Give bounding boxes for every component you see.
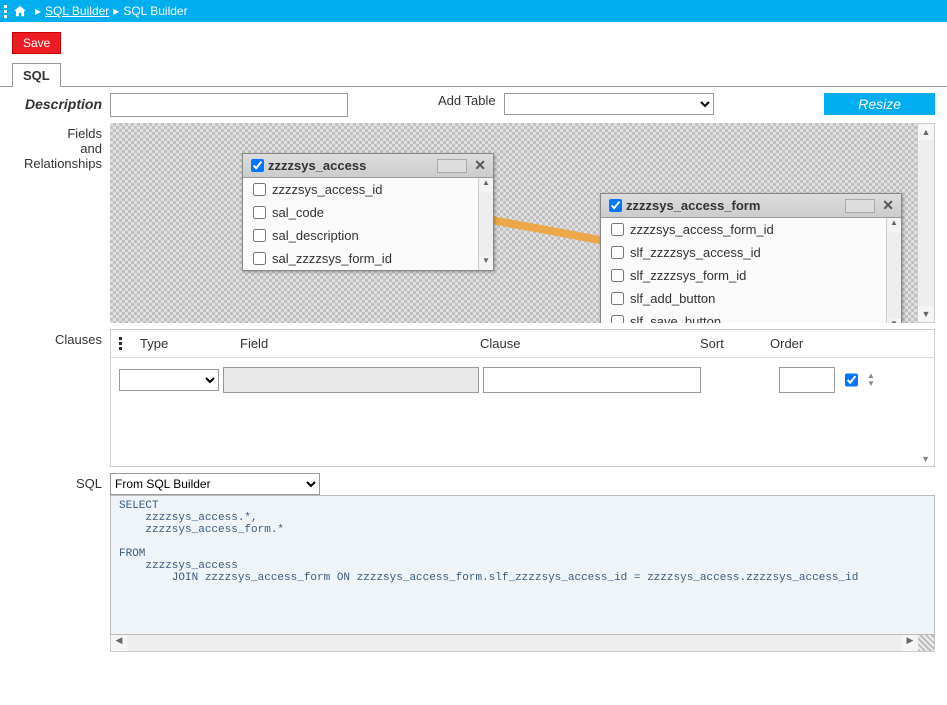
scroll-right-icon[interactable]: ▶	[902, 635, 918, 651]
resize-grip-icon[interactable]	[918, 635, 934, 651]
sql-label: SQL	[12, 473, 110, 491]
description-label: Description	[12, 93, 110, 112]
clauses-header-clause: Clause	[480, 336, 700, 351]
clause-enabled-checkbox[interactable]	[845, 369, 858, 391]
tab-sql[interactable]: SQL	[12, 63, 61, 87]
breadcrumb-bar: ▸ SQL Builder ▸ SQL Builder	[0, 0, 947, 22]
clauses-label: Clauses	[12, 329, 110, 347]
sql-textarea[interactable]: SELECT zzzzsys_access.*, zzzzsys_access_…	[110, 495, 935, 635]
breadcrumb-sep-1: ▸	[35, 4, 41, 18]
table-window-header[interactable]: zzzzsys_access_form ✕	[601, 194, 901, 218]
table-select-checkbox[interactable]	[609, 199, 622, 212]
scroll-up-icon[interactable]: ▲	[479, 178, 493, 192]
field-name: slf_add_button	[630, 291, 715, 306]
table-window-handle[interactable]	[437, 159, 467, 173]
table-scrollbar[interactable]: ▲▼	[886, 218, 901, 323]
scroll-down-icon[interactable]: ▼	[918, 306, 934, 322]
close-icon[interactable]: ✕	[879, 197, 897, 214]
field-checkbox[interactable]	[611, 223, 624, 236]
table-field[interactable]: slf_add_button	[601, 287, 886, 310]
field-checkbox[interactable]	[253, 206, 266, 219]
field-checkbox[interactable]	[253, 229, 266, 242]
clauses-panel: Type Field Clause Sort Order ▲ ▼ ▼	[110, 329, 935, 467]
scroll-left-icon[interactable]: ◀	[111, 635, 127, 651]
canvas-scrollbar[interactable]: ▲ ▼	[917, 123, 935, 323]
field-name: slf_zzzzsys_form_id	[630, 268, 746, 283]
field-checkbox[interactable]	[611, 269, 624, 282]
close-icon[interactable]: ✕	[471, 157, 489, 174]
fields-relationships-label: Fields and Relationships	[12, 123, 110, 171]
scroll-down-icon[interactable]: ▼	[479, 256, 493, 270]
table-field[interactable]: slf_zzzzsys_form_id	[601, 264, 886, 287]
clauses-menu-icon[interactable]	[119, 337, 122, 350]
table-field[interactable]: sal_zzzzsys_form_id	[243, 247, 478, 270]
clauses-header-type: Type	[140, 336, 240, 351]
table-field[interactable]: slf_zzzzsys_access_id	[601, 241, 886, 264]
field-name: slf_save_button	[630, 314, 721, 323]
clause-row: ▲ ▼	[111, 358, 934, 402]
field-name: zzzzsys_access_form_id	[630, 222, 774, 237]
field-name: sal_description	[272, 228, 359, 243]
field-checkbox[interactable]	[611, 292, 624, 305]
sql-h-scrollbar[interactable]: ◀ ▶	[110, 635, 935, 652]
relationships-canvas[interactable]: zzzzsys_access ✕ zzzzsys_access_id sal_code…	[110, 123, 917, 323]
table-window[interactable]: zzzzsys_access_form ✕ zzzzsys_access_form_…	[600, 193, 902, 323]
sql-source-select[interactable]: From SQL Builder	[110, 473, 320, 495]
clauses-header-order: Order	[770, 336, 830, 351]
field-checkbox[interactable]	[253, 183, 266, 196]
clause-order-input[interactable]	[779, 367, 835, 393]
breadcrumb-link[interactable]: SQL Builder	[45, 4, 109, 18]
field-checkbox[interactable]	[611, 315, 624, 323]
clauses-header-sort: Sort	[700, 336, 770, 351]
save-button[interactable]: Save	[12, 32, 61, 54]
description-input[interactable]	[110, 93, 348, 117]
resize-button[interactable]: Resize	[824, 93, 935, 115]
clauses-header-field: Field	[240, 336, 480, 351]
table-field[interactable]: zzzzsys_access_form_id	[601, 218, 886, 241]
add-table-label: Add Table	[438, 93, 504, 108]
table-field[interactable]: slf_save_button	[601, 310, 886, 323]
scroll-up-icon[interactable]: ▲	[887, 218, 901, 232]
clause-clause-input[interactable]	[483, 367, 701, 393]
field-name: sal_zzzzsys_form_id	[272, 251, 392, 266]
table-name: zzzzsys_access_form	[626, 198, 760, 213]
breadcrumb-current: SQL Builder	[123, 4, 187, 18]
add-table-select[interactable]	[504, 93, 714, 115]
table-select-checkbox[interactable]	[251, 159, 264, 172]
field-checkbox[interactable]	[611, 246, 624, 259]
clauses-scroll-down-icon[interactable]: ▼	[921, 454, 930, 464]
home-icon[interactable]	[13, 4, 31, 19]
breadcrumb-sep-2: ▸	[113, 4, 119, 18]
table-field[interactable]: sal_description	[243, 224, 478, 247]
topbar-menu-icon[interactable]	[4, 5, 7, 18]
table-window-header[interactable]: zzzzsys_access ✕	[243, 154, 493, 178]
table-window-handle[interactable]	[845, 199, 875, 213]
scroll-up-icon[interactable]: ▲	[918, 124, 934, 140]
field-name: slf_zzzzsys_access_id	[630, 245, 761, 260]
table-scrollbar[interactable]: ▲▼	[478, 178, 493, 270]
table-name: zzzzsys_access	[268, 158, 366, 173]
field-name: zzzzsys_access_id	[272, 182, 383, 197]
tab-strip: SQL	[0, 62, 947, 87]
table-window[interactable]: zzzzsys_access ✕ zzzzsys_access_id sal_code…	[242, 153, 494, 271]
field-name: sal_code	[272, 205, 324, 220]
clause-type-select[interactable]	[119, 369, 219, 391]
clause-field-input[interactable]	[223, 367, 479, 393]
field-checkbox[interactable]	[253, 252, 266, 265]
table-field[interactable]: sal_code	[243, 201, 478, 224]
scroll-down-icon[interactable]: ▼	[887, 319, 901, 323]
clause-move-down-icon[interactable]: ▼	[867, 380, 875, 388]
table-field[interactable]: zzzzsys_access_id	[243, 178, 478, 201]
